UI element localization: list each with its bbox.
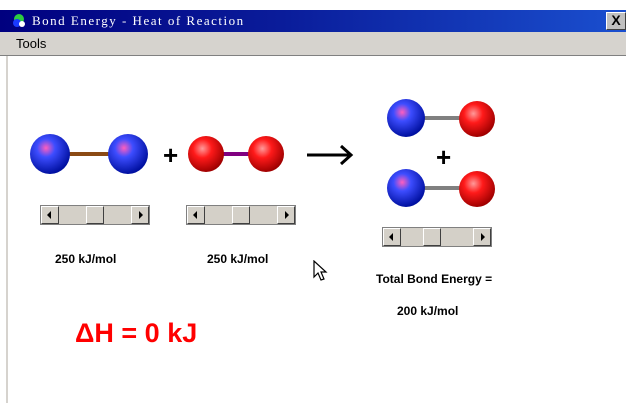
mouse-cursor-icon [313,260,328,281]
bond1-energy-label: 250 kJ/mol [55,252,117,266]
reactant-molecule-1 [30,134,148,174]
bond2-energy-label: 250 kJ/mol [207,252,269,266]
reactant-plus: + [163,140,179,170]
total-bond-energy-label: Total Bond Energy = [376,272,493,286]
menu-bar: Tools [0,32,626,56]
blue-atom [387,169,425,207]
scroll-right-button[interactable] [277,206,295,224]
blue-atom [108,134,148,174]
product-molecule-1 [387,99,495,137]
red-atom [188,136,224,172]
app-icon [13,14,25,27]
scroll-right-button[interactable] [131,206,149,224]
slider-thumb[interactable] [86,206,104,224]
reactant-molecule-2 [188,136,284,172]
slider-thumb[interactable] [423,228,441,246]
reaction-arrow-icon [307,144,354,166]
title-bar[interactable]: Bond Energy - Heat of Reaction X [0,10,626,32]
delta-h-result: ΔH = 0 kJ [75,318,198,348]
close-button[interactable]: X [606,12,626,30]
product-bond-energy-slider[interactable] [382,227,492,247]
scroll-right-button[interactable] [473,228,491,246]
red-atom [459,101,495,137]
scroll-left-button[interactable] [187,206,205,224]
slider-thumb[interactable] [232,206,250,224]
scroll-left-button[interactable] [41,206,59,224]
window-title: Bond Energy - Heat of Reaction [32,13,245,28]
bond2-energy-slider[interactable] [186,205,296,225]
product-molecule-2 [387,169,495,207]
scroll-left-button[interactable] [383,228,401,246]
blue-atom [30,134,70,174]
menu-item-tools[interactable]: Tools [16,36,46,51]
blue-atom [387,99,425,137]
bond1-energy-slider[interactable] [40,205,150,225]
window-left-border [6,56,8,403]
red-atom [459,171,495,207]
total-bond-energy-value: 200 kJ/mol [397,304,459,318]
red-atom [248,136,284,172]
